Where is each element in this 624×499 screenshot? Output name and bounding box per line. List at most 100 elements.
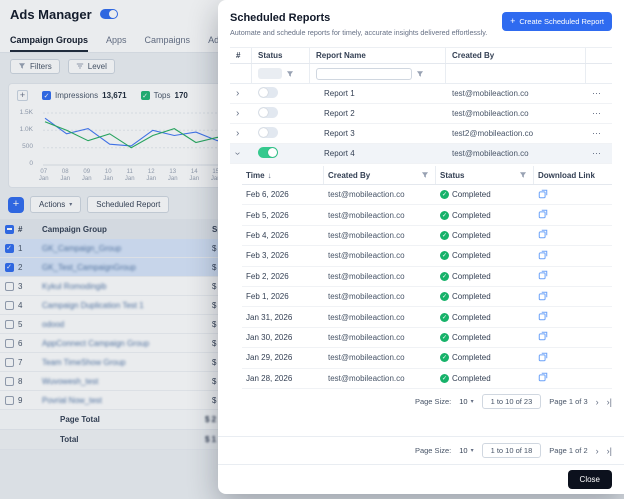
row-actions-button[interactable]: ⋯	[592, 128, 602, 138]
check-circle-icon: ✓	[440, 374, 449, 383]
run-row: Feb 5, 2026 test@mobileaction.co ✓ Compl…	[242, 205, 612, 225]
status-toggle[interactable]	[258, 127, 278, 138]
column-header-actions	[586, 48, 612, 63]
download-icon[interactable]	[538, 311, 548, 321]
run-time: Feb 2, 2026	[242, 272, 324, 281]
filter-icon[interactable]	[519, 171, 527, 179]
column-header-time[interactable]: Time	[246, 171, 265, 180]
status-filter-input[interactable]	[258, 68, 282, 79]
runs-pagination: Page Size: 10 ▾ 1 to 10 of 23 Page 1 of …	[242, 389, 612, 415]
row-actions-button[interactable]: ⋯	[592, 108, 602, 118]
chevron-down-icon: ▾	[471, 447, 474, 454]
column-header-download-link[interactable]: Download Link	[538, 171, 595, 180]
status-badge: ✓ Completed	[440, 190, 534, 199]
download-icon[interactable]	[538, 270, 548, 280]
column-header-status[interactable]: Status	[252, 48, 310, 63]
modal-title: Scheduled Reports	[230, 12, 487, 24]
next-page-button[interactable]: ›	[596, 446, 599, 456]
reports-table: # Status Report Name Created By › Repo	[230, 47, 612, 164]
modal-subtitle: Automate and schedule reports for timely…	[230, 28, 487, 37]
run-time: Jan 31, 2026	[242, 313, 324, 322]
report-row[interactable]: › Report 4 test@mobileaction.co ⋯	[230, 144, 612, 164]
next-page-button[interactable]: ›	[596, 397, 599, 407]
modal-footer: Close	[218, 464, 624, 494]
check-circle-icon: ✓	[440, 292, 449, 301]
status-toggle[interactable]	[258, 147, 278, 158]
report-name[interactable]: Report 4	[310, 149, 446, 158]
run-row: Feb 3, 2026 test@mobileaction.co ✓ Compl…	[242, 246, 612, 266]
run-row: Jan 31, 2026 test@mobileaction.co ✓ Comp…	[242, 307, 612, 327]
row-actions-button[interactable]: ⋯	[592, 148, 602, 158]
column-header-created-by[interactable]: Created By	[328, 171, 370, 180]
report-name[interactable]: Report 2	[310, 109, 446, 118]
sort-desc-icon[interactable]: ↓	[268, 171, 272, 180]
status-badge: ✓ Completed	[440, 272, 534, 281]
run-created-by: test@mobileaction.co	[324, 272, 436, 281]
status-badge: ✓ Completed	[440, 353, 534, 362]
run-created-by: test@mobileaction.co	[324, 251, 436, 260]
report-name[interactable]: Report 3	[310, 129, 446, 138]
filter-icon[interactable]	[421, 171, 429, 179]
report-row[interactable]: › Report 2 test@mobileaction.co ⋯	[230, 104, 612, 124]
last-page-button[interactable]: ›|	[607, 446, 612, 456]
expand-chevron-icon[interactable]: ›	[236, 108, 239, 119]
download-icon[interactable]	[538, 372, 548, 382]
filter-icon[interactable]	[286, 70, 294, 78]
run-time: Jan 29, 2026	[242, 353, 324, 362]
column-header-created-by[interactable]: Created By	[446, 48, 586, 63]
report-created-by: test2@mobileaction.co	[446, 129, 586, 138]
run-created-by: test@mobileaction.co	[324, 190, 436, 199]
run-created-by: test@mobileaction.co	[324, 333, 436, 342]
report-row[interactable]: › Report 1 test@mobileaction.co ⋯	[230, 84, 612, 104]
column-header-status[interactable]: Status	[440, 171, 464, 180]
status-badge: ✓ Completed	[440, 374, 534, 383]
run-time: Feb 1, 2026	[242, 292, 324, 301]
row-range: 1 to 10 of 18	[482, 443, 542, 458]
row-range: 1 to 10 of 23	[482, 394, 542, 409]
status-toggle[interactable]	[258, 107, 278, 118]
run-time: Feb 6, 2026	[242, 190, 324, 199]
status-toggle[interactable]	[258, 87, 278, 98]
check-circle-icon: ✓	[440, 272, 449, 281]
run-time: Jan 30, 2026	[242, 333, 324, 342]
expand-chevron-icon[interactable]: ›	[232, 152, 243, 155]
column-header-num[interactable]: #	[230, 48, 252, 63]
download-icon[interactable]	[538, 250, 548, 260]
column-header-report-name[interactable]: Report Name	[310, 48, 446, 63]
check-circle-icon: ✓	[440, 231, 449, 240]
status-badge: ✓ Completed	[440, 333, 534, 342]
close-button[interactable]: Close	[568, 470, 612, 489]
page-indicator: Page 1 of 3	[549, 397, 587, 406]
run-row: Feb 2, 2026 test@mobileaction.co ✓ Compl…	[242, 267, 612, 287]
status-badge: ✓ Completed	[440, 231, 534, 240]
report-name-filter-input[interactable]	[316, 68, 412, 80]
download-icon[interactable]	[538, 331, 548, 341]
report-created-by: test@mobileaction.co	[446, 149, 586, 158]
page-size-select[interactable]: 10 ▾	[459, 446, 473, 455]
download-icon[interactable]	[538, 189, 548, 199]
page-size-label: Page Size:	[415, 397, 451, 406]
scheduled-reports-modal: Scheduled Reports Automate and schedule …	[218, 0, 624, 494]
check-circle-icon: ✓	[440, 211, 449, 220]
expand-chevron-icon[interactable]: ›	[236, 88, 239, 99]
report-name[interactable]: Report 1	[310, 89, 446, 98]
check-circle-icon: ✓	[440, 251, 449, 260]
filter-icon[interactable]	[416, 70, 424, 78]
download-icon[interactable]	[538, 291, 548, 301]
create-scheduled-report-button[interactable]: + Create Scheduled Report	[502, 12, 612, 31]
expand-chevron-icon[interactable]: ›	[236, 128, 239, 139]
download-icon[interactable]	[538, 352, 548, 362]
check-circle-icon: ✓	[440, 353, 449, 362]
download-icon[interactable]	[538, 209, 548, 219]
status-badge: ✓ Completed	[440, 211, 534, 220]
run-created-by: test@mobileaction.co	[324, 313, 436, 322]
page-size-select[interactable]: 10 ▾	[459, 397, 473, 406]
download-icon[interactable]	[538, 229, 548, 239]
last-page-button[interactable]: ›|	[607, 397, 612, 407]
report-row[interactable]: › Report 3 test2@mobileaction.co ⋯	[230, 124, 612, 144]
row-actions-button[interactable]: ⋯	[592, 88, 602, 98]
run-row: Jan 29, 2026 test@mobileaction.co ✓ Comp…	[242, 348, 612, 368]
check-circle-icon: ✓	[440, 333, 449, 342]
reports-pagination: Page Size: 10 ▾ 1 to 10 of 18 Page 1 of …	[218, 436, 624, 464]
page-size-label: Page Size:	[415, 446, 451, 455]
